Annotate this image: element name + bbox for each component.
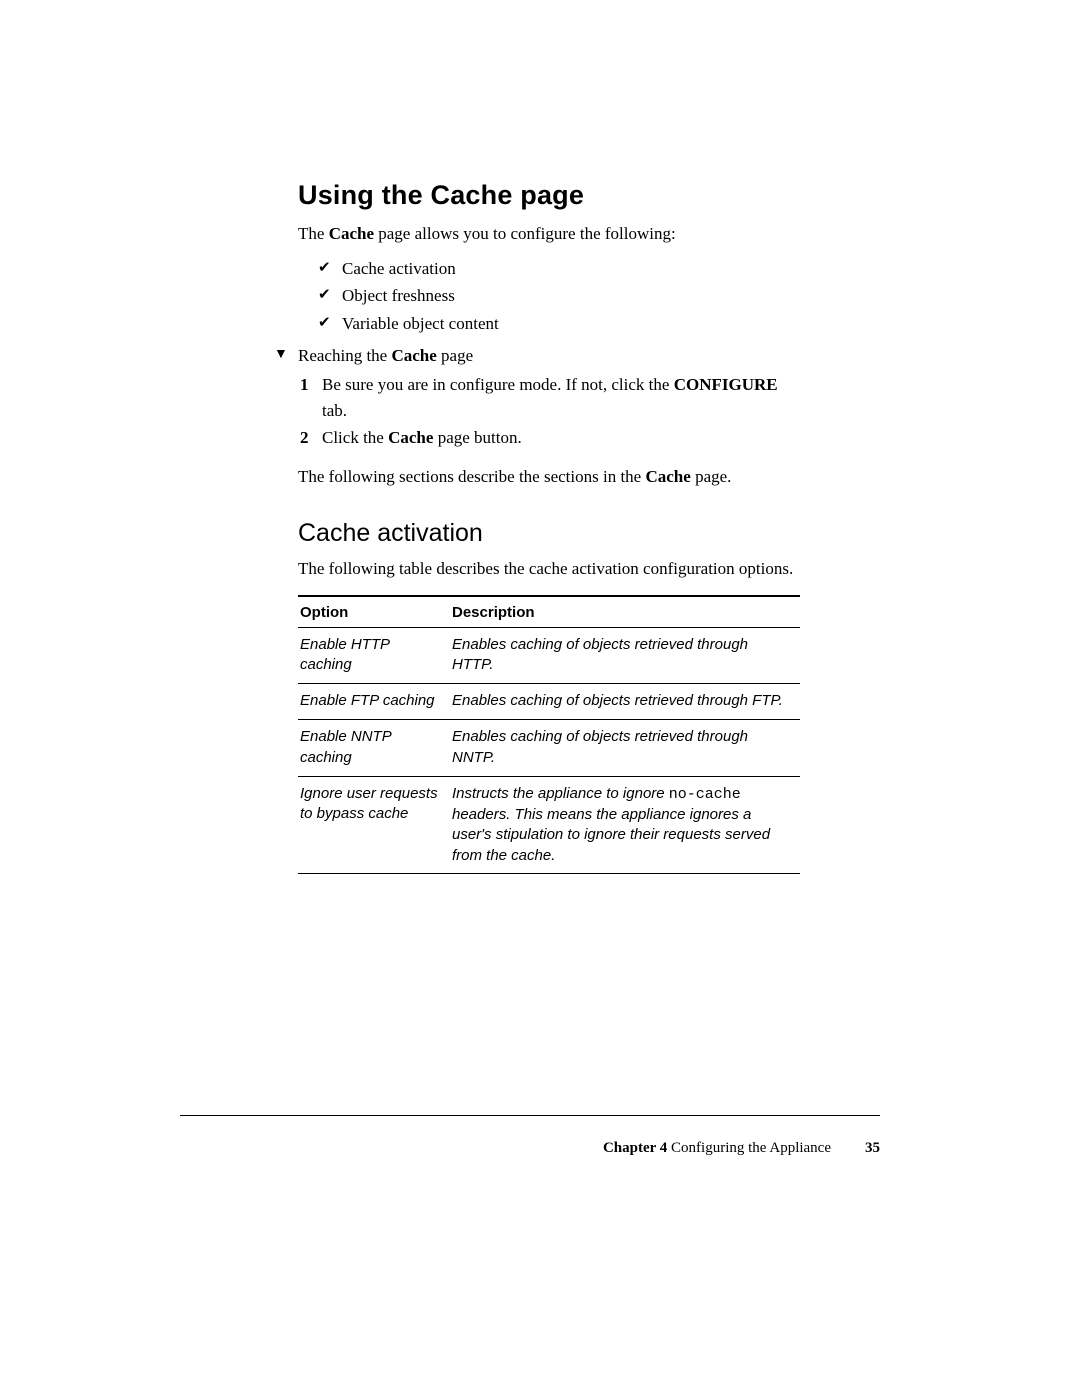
footer-chapter-title: Configuring the Appliance bbox=[667, 1140, 831, 1156]
procedure-steps: Be sure you are in configure mode. If no… bbox=[298, 372, 800, 451]
heading-cache-activation: Cache activation bbox=[298, 519, 800, 548]
cell-description: Instructs the appliance to ignore no-cac… bbox=[450, 776, 800, 873]
procedure-heading: Reaching the Cache page bbox=[280, 346, 800, 366]
cell-option: Enable HTTP caching bbox=[298, 627, 450, 684]
step-item: Be sure you are in configure mode. If no… bbox=[298, 372, 800, 423]
step-post: page button. bbox=[433, 428, 521, 447]
bullet-item: Cache activation bbox=[318, 256, 800, 282]
desc-pre: Enables caching of objects retrieved thr… bbox=[452, 692, 783, 709]
cell-description: Enables caching of objects retrieved thr… bbox=[450, 627, 800, 684]
bullet-item: Object freshness bbox=[318, 283, 800, 309]
step-pre: Click the bbox=[322, 428, 388, 447]
desc-code: no-cache bbox=[669, 786, 741, 803]
after-pre: The following sections describe the sect… bbox=[298, 467, 645, 486]
page-footer: Chapter 4 Configuring the Appliance 35 bbox=[180, 1115, 880, 1157]
bullet-item: Variable object content bbox=[318, 311, 800, 337]
intro-pre: The bbox=[298, 224, 329, 243]
cell-description: Enables caching of objects retrieved thr… bbox=[450, 684, 800, 720]
step-post: tab. bbox=[322, 401, 347, 420]
table-row: Enable FTP caching Enables caching of ob… bbox=[298, 684, 800, 720]
after-bold: Cache bbox=[645, 467, 690, 486]
table-row: Enable HTTP caching Enables caching of o… bbox=[298, 627, 800, 684]
footer-page-number: 35 bbox=[865, 1140, 880, 1156]
table-header-row: Option Description bbox=[298, 596, 800, 628]
intro-bold: Cache bbox=[329, 224, 374, 243]
after-post: page. bbox=[691, 467, 732, 486]
footer-chapter-label: Chapter 4 bbox=[603, 1140, 667, 1156]
step-bold: Cache bbox=[388, 428, 433, 447]
desc-post: headers. This means the appliance ignore… bbox=[452, 806, 770, 864]
cell-description: Enables caching of objects retrieved thr… bbox=[450, 720, 800, 777]
step-pre: Be sure you are in configure mode. If no… bbox=[322, 375, 674, 394]
proc-lead-bold: Cache bbox=[391, 346, 436, 365]
procedure-block: Reaching the Cache page Be sure you are … bbox=[280, 346, 800, 451]
table-row: Ignore user requests to bypass cache Ins… bbox=[298, 776, 800, 873]
desc-pre: Instructs the appliance to ignore bbox=[452, 785, 669, 802]
cell-option: Enable FTP caching bbox=[298, 684, 450, 720]
cell-option: Enable NNTP caching bbox=[298, 720, 450, 777]
step-item: Click the Cache page button. bbox=[298, 425, 800, 451]
heading-using-cache: Using the Cache page bbox=[298, 180, 800, 211]
step-bold: CONFIGURE bbox=[674, 375, 778, 394]
cell-option: Ignore user requests to bypass cache bbox=[298, 776, 450, 873]
th-description: Description bbox=[450, 596, 800, 628]
proc-lead-pre: Reaching the bbox=[298, 346, 391, 365]
after-steps-paragraph: The following sections describe the sect… bbox=[298, 465, 800, 489]
check-list: Cache activation Object freshness Variab… bbox=[318, 256, 800, 337]
desc-pre: Enables caching of objects retrieved thr… bbox=[452, 636, 748, 673]
table-intro: The following table describes the cache … bbox=[298, 558, 800, 581]
intro-paragraph: The Cache page allows you to configure t… bbox=[298, 223, 800, 246]
intro-post: page allows you to configure the followi… bbox=[374, 224, 676, 243]
table-row: Enable NNTP caching Enables caching of o… bbox=[298, 720, 800, 777]
desc-pre: Enables caching of objects retrieved thr… bbox=[452, 728, 748, 765]
options-table: Option Description Enable HTTP caching E… bbox=[298, 595, 800, 874]
page: Using the Cache page The Cache page allo… bbox=[0, 0, 1080, 1397]
proc-lead-post: page bbox=[437, 346, 473, 365]
th-option: Option bbox=[298, 596, 450, 628]
